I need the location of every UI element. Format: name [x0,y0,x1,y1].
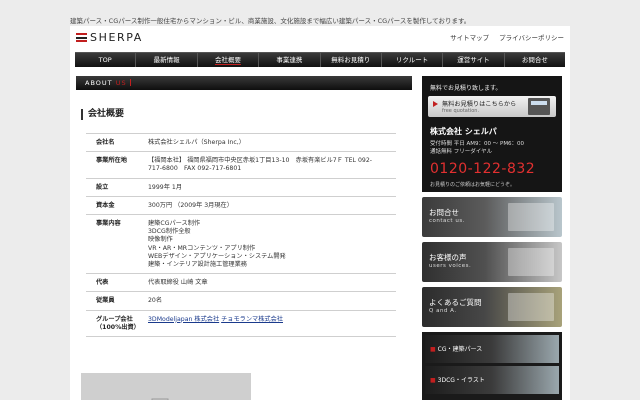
us-label: US [115,79,127,87]
row-value: 1999年 1月 [148,178,396,196]
table-row: 事業内容 建築CGパース制作 3DCG制作全般 映像制作 VR・AR・MRコンテンツ・ア… [86,214,396,274]
free-quote-button[interactable]: 無料お見積りはこちらから free quotation. [428,96,556,117]
section-title: 会社概要 [81,109,124,120]
row-value: 3DModeljapan 株式会社 チョモランマ株式会社 [148,310,396,336]
nav-item-contact[interactable]: お問合せ [505,53,565,67]
faq-banner[interactable]: よくあるご質問 Q and A. [422,287,562,327]
nav-item-recruit[interactable]: リクルート [382,53,444,67]
phone-number[interactable]: 0120-122-832 [430,161,535,177]
voices-banner[interactable]: お客様の声 users voices. [422,242,562,282]
service-label: 3DCG・イラスト [437,377,485,384]
sidebar: 無料でお見積り致します。 無料お見積りはこちらから free quotation… [422,76,562,400]
row-value-line: 代表取締役 山崎 文章 [148,279,208,287]
about-label: ABOUT [85,79,113,87]
row-value-line: 717-6800 FAX 092-717-6801 [148,165,242,173]
row-value-line: 映像制作 [148,236,173,244]
row-value: 代表取締役 山崎 文章 [148,274,396,292]
free-quote-label: 無料お見積りはこちらから [442,101,517,108]
sitemap-link[interactable]: サイトマップ [450,32,489,42]
table-row: 従業員 20名 [86,291,396,311]
business-hours: 受付時間 平日 AM9：00 ～ PM6：00 通話無料 フリーダイヤル [430,140,524,156]
row-value-line: 300万円 （2009年 3月現在） [148,201,233,209]
contact-box: 無料でお見積り致します。 無料お見積りはこちらから free quotation… [422,76,562,192]
row-label: 事業内容 [96,220,121,228]
voices-banner-sub: users voices. [429,263,472,269]
row-label: 設立 [96,183,109,191]
global-nav: TOP 最新情報 会社概要 事業連携 無料お見積り リクルート 運営サイト お問… [75,52,565,67]
row-value-line: 1999年 1月 [148,183,183,191]
row-value-line: VR・AR・MRコンテンツ・アプリ制作 [148,244,256,252]
interior-photo [508,293,554,321]
row-label: 事業所在地 [96,157,127,165]
utility-links: サイトマップ プライバシーポリシー [450,32,564,42]
row-value: 株式会社シェルパ（Sherpa Inc,） [148,134,396,152]
about-us-bar: ABOUT US [76,76,412,90]
table-row: 事業所在地 【福岡本社】 福岡県福岡市中央区赤坂1丁目13-10 赤坂有楽ビル7Ｆ… [86,151,396,178]
group-link-3dmodeljapan[interactable]: 3DModeljapan 株式会社 [148,316,219,323]
service-item-cg-perspective[interactable]: ■ CG・建築パース [425,335,559,363]
row-label: 代表 [96,279,109,287]
table-row: 設立 1999年 1月 [86,178,396,196]
nav-item-estimate[interactable]: 無料お見積り [321,53,382,67]
row-label: 資本金 [96,201,115,209]
row-value: 【福岡本社】 福岡県福岡市中央区赤坂1丁目13-10 赤坂有楽ビル7Ｆ TEL … [148,152,396,178]
faq-banner-sub: Q and A. [429,308,457,314]
free-quote-sub: free quotation. [442,108,480,114]
row-value-line: 株式会社シェルパ（Sherpa Inc,） [148,139,245,146]
arrow-right-icon [433,101,438,107]
table-row: 会社名 株式会社シェルパ（Sherpa Inc,） [86,133,396,152]
table-row: 代表 代表取締役 山崎 文章 [86,273,396,292]
row-value: 20名 [148,292,396,310]
office-photo [508,203,554,231]
service-label: CG・建築パース [437,346,483,353]
nav-item-partnership[interactable]: 事業連携 [259,53,321,67]
voices-banner-title: お客様の声 [429,253,467,262]
contact-banner-sub: contact us. [429,218,465,224]
contact-banner[interactable]: お問合せ contact us. [422,197,562,237]
site-tagline: 建築パース・CGパース制作一般住宅からマンション・ビル、商業施設、文化施設まで幅… [70,17,471,25]
row-label: 会社名 [96,139,115,146]
calculator-icon [528,98,550,115]
hours-line: 受付時間 平日 AM9：00 ～ PM6：00 [430,141,525,147]
nav-item-news[interactable]: 最新情報 [136,53,198,67]
row-value-line: 【福岡本社】 福岡県福岡市中央区赤坂1丁目13-10 赤坂有楽ビル7Ｆ TEL … [148,157,372,165]
nav-item-top[interactable]: TOP [75,53,137,67]
contact-heading: 無料でお見積り致します。 [430,85,502,92]
service-list: ■ CG・建築パース ■ 3DCG・イラスト [422,332,562,400]
freedial-label: 通話無料 フリーダイヤル [430,149,493,155]
logo-mark-icon [76,33,87,42]
privacy-policy-link[interactable]: プライバシーポリシー [499,32,564,42]
nav-item-about[interactable]: 会社概要 [198,53,260,67]
row-value-line: 20名 [148,297,163,305]
row-value-line: 3DCG制作全般 [148,228,191,236]
row-value-line: WEBデザイン・アプリケーション・システム開発 [148,252,286,260]
company-name: 株式会社 シェルパ [430,127,497,136]
contact-note: お見積りのご依頼はお気軽にどうぞ。 [430,182,516,188]
row-value: 300万円 （2009年 3月現在） [148,196,396,214]
site-logo[interactable]: SHERPA [76,31,143,44]
row-label: グループ会社 （100%出資） [86,310,148,336]
contact-banner-title: お問合せ [429,208,459,217]
row-value-line: 建築・インテリア設計施工管理業務 [148,261,247,269]
map-placeholder [81,373,251,400]
row-value-line: 建築CGパース制作 [148,220,201,228]
nav-item-sites[interactable]: 運営サイト [443,53,505,67]
table-row: グループ会社 （100%出資） 3DModeljapan 株式会社 チョモランマ… [86,310,396,337]
site-header: SHERPA サイトマップ プライバシーポリシー [70,26,570,50]
group-link-chomolungma[interactable]: チョモランマ株式会社 [221,316,283,323]
faq-banner-title: よくあるご質問 [429,298,482,307]
main-content: ABOUT US 会社概要 会社名 株式会社シェルパ（Sherpa Inc,） 事業… [76,76,412,400]
group-label-line2: （100%出資） [96,323,140,331]
row-value: 建築CGパース制作 3DCG制作全般 映像制作 VR・AR・MRコンテンツ・アプリ制作… [148,215,396,274]
logo-text: SHERPA [90,31,143,44]
service-item-3dcg[interactable]: ■ 3DCG・イラスト [425,366,559,394]
group-label-line1: グループ会社 [96,315,133,323]
house-photo [508,248,554,276]
company-info-table: 会社名 株式会社シェルパ（Sherpa Inc,） 事業所在地 【福岡本社】 福岡県福… [86,133,396,337]
table-row: 資本金 300万円 （2009年 3月現在） [86,196,396,214]
row-label: 従業員 [96,297,115,305]
page-container: SHERPA サイトマップ プライバシーポリシー TOP 最新情報 会社概要 事… [70,26,570,400]
